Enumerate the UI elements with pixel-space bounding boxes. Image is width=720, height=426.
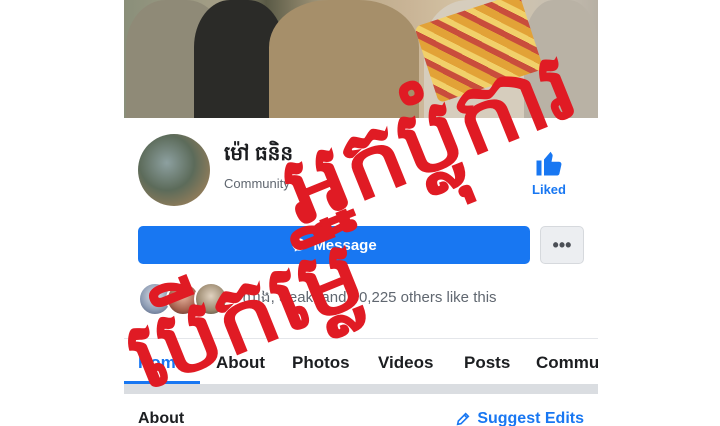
likes-summary[interactable]: ឃាង, Seak, and 60,225 others like this bbox=[242, 288, 497, 310]
liked-label: Liked bbox=[532, 182, 566, 197]
suggest-edits-label: Suggest Edits bbox=[477, 410, 584, 426]
pencil-icon bbox=[456, 412, 470, 426]
cover-figure bbox=[269, 0, 419, 118]
more-button[interactable]: ••• bbox=[540, 226, 584, 264]
message-button[interactable]: Message bbox=[138, 226, 530, 264]
more-icon: ••• bbox=[552, 234, 572, 255]
page-title: ម៉ៅ ធនិន bbox=[224, 143, 294, 165]
thumbs-up-icon bbox=[536, 151, 562, 176]
section-divider bbox=[124, 384, 598, 394]
suggest-edits-link[interactable]: Suggest Edits bbox=[455, 410, 584, 426]
messenger-icon bbox=[292, 238, 306, 252]
tab-photos[interactable]: Photos bbox=[292, 353, 350, 373]
about-heading: About bbox=[138, 410, 185, 426]
facebook-page: ម៉ៅ ធនិន Community Liked Message ••• ឃាង… bbox=[124, 0, 598, 426]
page-category: Community bbox=[224, 176, 290, 191]
tab-videos[interactable]: Videos bbox=[378, 353, 433, 373]
cover-photo[interactable] bbox=[124, 0, 598, 118]
profile-avatar[interactable] bbox=[138, 134, 210, 206]
liked-button[interactable]: Liked bbox=[526, 148, 572, 197]
page-tabs: Home About Photos Videos Posts Community bbox=[124, 338, 598, 385]
avatar[interactable] bbox=[194, 282, 228, 316]
message-label: Message bbox=[313, 236, 377, 254]
tab-posts[interactable]: Posts bbox=[464, 353, 510, 373]
tab-community[interactable]: Community bbox=[536, 353, 598, 373]
tab-about[interactable]: About bbox=[216, 353, 265, 373]
friend-avatars bbox=[138, 282, 228, 316]
tab-home[interactable]: Home bbox=[138, 353, 185, 373]
